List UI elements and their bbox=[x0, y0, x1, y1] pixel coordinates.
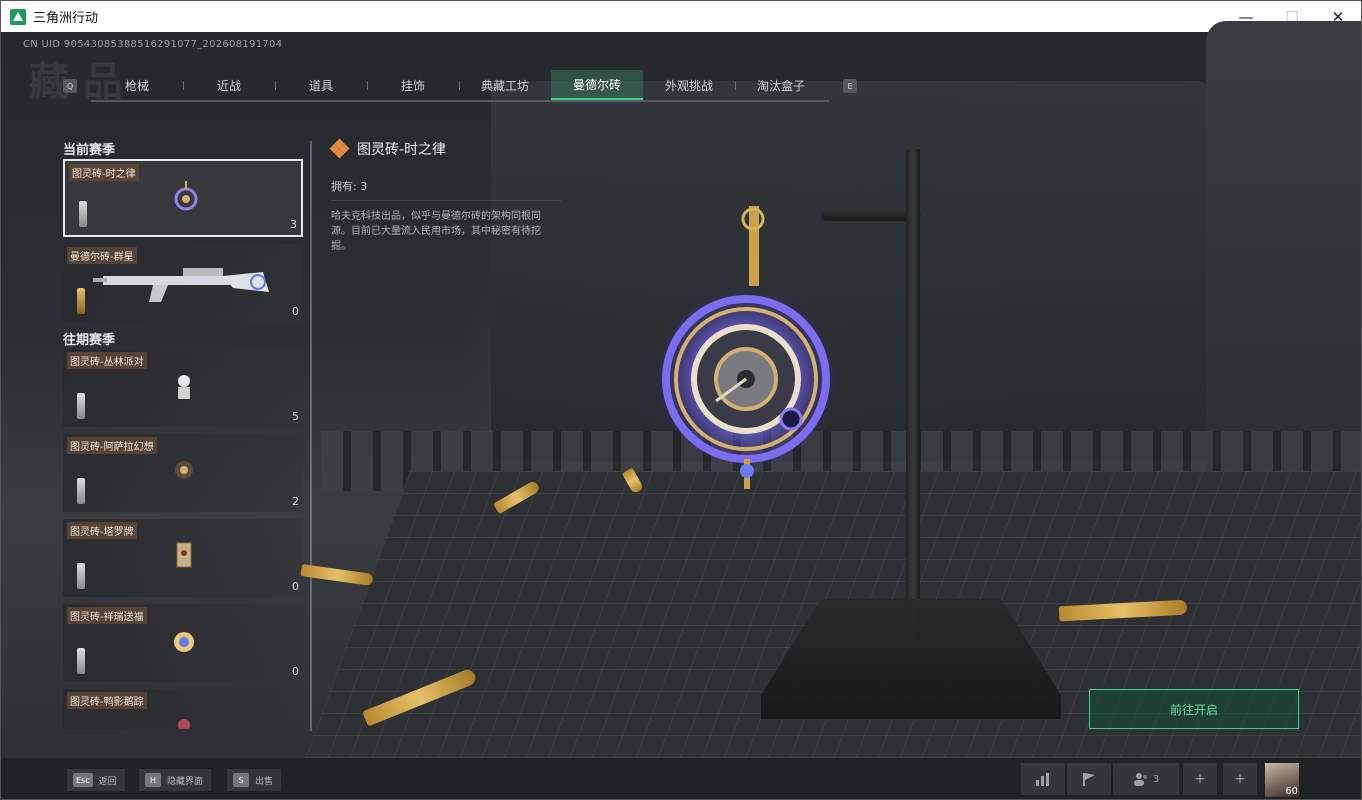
charm-icon bbox=[79, 201, 87, 227]
charm-icon bbox=[77, 393, 85, 419]
back-hint-button[interactable]: Esc 返回 bbox=[67, 769, 125, 791]
tab-next-key[interactable]: E bbox=[843, 79, 857, 93]
tarot-charm-icon bbox=[176, 542, 192, 568]
rarity-diamond-icon bbox=[329, 138, 350, 159]
list-item[interactable]: 图灵砖-塔罗牌 0 bbox=[63, 519, 303, 597]
rifle-skin-icon bbox=[93, 268, 269, 302]
player-level: 60 bbox=[1285, 786, 1298, 797]
item-description: 哈夫克科技出品，似乎与曼德尔砖的架构同根同源。目前已大量流入民用市场，其中秘密有… bbox=[331, 211, 541, 252]
item-name: 图灵砖-鸭影鹅踪 bbox=[67, 692, 147, 709]
item-count: 3 bbox=[290, 218, 297, 231]
team-count: 3 bbox=[1152, 773, 1160, 785]
current-season-heading: 当前赛季 bbox=[63, 143, 116, 158]
users-icon bbox=[1133, 773, 1147, 786]
uid-text: CN UID 9054308538851629​1077_20260819170… bbox=[23, 39, 283, 50]
bar-chart-icon bbox=[1036, 773, 1049, 786]
list-item[interactable]: 曼德尔砖-群星 0 bbox=[63, 244, 303, 322]
list-item[interactable]: 图灵砖-丛林派对 5 bbox=[63, 349, 303, 427]
party-charm-icon bbox=[178, 375, 190, 399]
charm-icon bbox=[77, 563, 85, 589]
list-item[interactable]: 图灵砖-鸭影鹅踪 ... bbox=[63, 689, 303, 729]
item-name: 图灵砖-祥瑞送福 bbox=[67, 607, 147, 624]
charm-icon bbox=[77, 478, 85, 504]
item-count: 5 bbox=[292, 410, 299, 423]
blessing-charm-icon bbox=[174, 632, 194, 652]
tab-item[interactable]: 淘汰盒子 bbox=[735, 70, 827, 100]
item-detail-panel: 图灵砖-时之律 拥有: 3 哈夫克科技出品，似乎与曼德尔砖的架构同根同源。目前已… bbox=[329, 138, 561, 254]
tab-item[interactable]: 外观挑战 bbox=[643, 70, 735, 100]
add-friend-slot-2[interactable]: + bbox=[1223, 763, 1257, 795]
list-item[interactable]: 图灵砖-时之律 3 bbox=[63, 159, 303, 237]
add-friend-slot-1[interactable]: + bbox=[1183, 763, 1217, 795]
stats-button[interactable] bbox=[1021, 763, 1065, 795]
back-label: 返回 bbox=[98, 776, 117, 787]
category-tabs: 枪械 近战 道具 挂饰 典藏工坊 曼德尔砖 外观挑战 淘汰盒子 bbox=[91, 70, 829, 102]
tab-item[interactable]: 枪械 bbox=[91, 70, 183, 100]
flag-icon bbox=[1083, 773, 1095, 786]
tab-item[interactable]: 道具 bbox=[275, 70, 367, 100]
panel-divider bbox=[310, 141, 312, 731]
app-logo-icon bbox=[10, 8, 26, 25]
tab-item[interactable]: 典藏工坊 bbox=[459, 70, 551, 100]
hide-ui-label: 隐藏界面 bbox=[167, 776, 204, 787]
window-title: 三角洲行动 bbox=[33, 11, 99, 26]
s-key: S bbox=[233, 773, 249, 787]
item-count: 0 bbox=[292, 580, 299, 593]
flag-button[interactable] bbox=[1067, 763, 1111, 795]
list-item[interactable]: 图灵砖-祥瑞送福 0 bbox=[63, 604, 303, 682]
duck-charm-icon bbox=[178, 719, 190, 729]
plus-icon: + bbox=[1234, 771, 1246, 787]
esc-key: Esc bbox=[73, 773, 93, 787]
item-count: 0 bbox=[292, 305, 299, 318]
sell-label: 出售 bbox=[255, 776, 274, 787]
clock-charm-model[interactable] bbox=[641, 201, 881, 501]
list-item[interactable]: 图灵砖-阿萨拉幻想 2 bbox=[63, 434, 303, 512]
plus-icon: + bbox=[1194, 771, 1206, 787]
item-name: 图灵砖-阿萨拉幻想 bbox=[67, 437, 157, 454]
tab-item[interactable]: 挂饰 bbox=[367, 70, 459, 100]
item-name: 图灵砖-丛林派对 bbox=[67, 352, 147, 369]
item-name: 图灵砖-时之律 bbox=[69, 164, 139, 181]
charm-icon bbox=[77, 648, 85, 674]
fantasy-charm-icon bbox=[175, 461, 193, 479]
clock-charm-icon bbox=[174, 181, 198, 211]
display-stand-pole bbox=[906, 149, 920, 639]
title-bar: 三角洲行动 — ☐ ✕ bbox=[1, 1, 1361, 32]
charm-icon bbox=[77, 288, 85, 314]
past-season-heading: 往期赛季 bbox=[63, 333, 116, 348]
collection-list: 当前赛季 图灵砖-时之律 3 曼德尔砖-群星 0 往期赛季 图灵砖-丛林派对 5… bbox=[63, 139, 303, 729]
go-open-button[interactable]: 前往开启 bbox=[1089, 689, 1299, 729]
tab-item[interactable]: 曼德尔砖 bbox=[551, 70, 643, 100]
hide-ui-hint-button[interactable]: H 隐藏界面 bbox=[139, 769, 212, 791]
team-button[interactable]: 3 bbox=[1113, 763, 1179, 795]
tab-prev-key[interactable]: Q bbox=[63, 79, 77, 93]
detail-title: 图灵砖-时之律 bbox=[357, 142, 447, 158]
item-name: 图灵砖-塔罗牌 bbox=[67, 522, 137, 539]
h-key: H bbox=[145, 773, 161, 787]
sell-hint-button[interactable]: S 出售 bbox=[227, 769, 282, 791]
item-count: 2 bbox=[292, 495, 299, 508]
game-window: 三角洲行动 — ☐ ✕ 藏 品 CN UID 9054308538851629​… bbox=[0, 0, 1362, 800]
item-count: 0 bbox=[292, 665, 299, 678]
avatar[interactable]: 60 bbox=[1265, 763, 1299, 797]
tab-item[interactable]: 近战 bbox=[183, 70, 275, 100]
owned-count: 拥有: 3 bbox=[331, 178, 561, 201]
